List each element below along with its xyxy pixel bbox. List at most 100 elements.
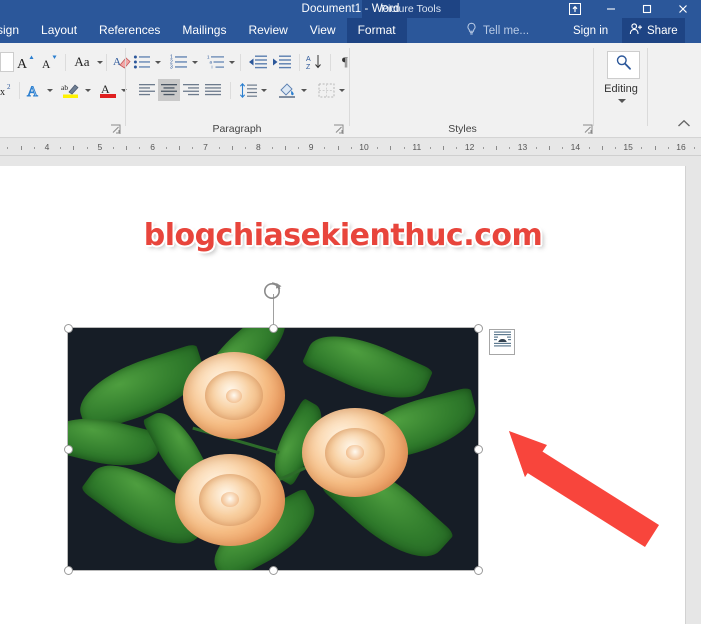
shrink-font-icon[interactable]: A bbox=[38, 51, 62, 73]
ribbon-tab-strip: sign Layout References Mailings Review V… bbox=[0, 18, 701, 43]
font-dialog-launcher[interactable] bbox=[110, 124, 121, 135]
tab-mailings[interactable]: Mailings bbox=[171, 18, 237, 43]
divider bbox=[240, 53, 241, 71]
justify-icon[interactable] bbox=[202, 79, 224, 101]
svg-text:x: x bbox=[0, 87, 5, 98]
align-right-icon[interactable] bbox=[180, 79, 202, 101]
layout-options-button[interactable] bbox=[489, 329, 515, 355]
ruler-minor-mark bbox=[403, 146, 405, 149]
lightbulb-icon bbox=[465, 22, 478, 39]
collapse-ribbon-button[interactable] bbox=[677, 115, 691, 133]
find-button[interactable] bbox=[607, 51, 640, 79]
align-center-icon[interactable] bbox=[158, 79, 180, 101]
shading-caret-icon[interactable] bbox=[301, 88, 307, 92]
divider bbox=[65, 53, 66, 71]
close-icon[interactable] bbox=[665, 0, 701, 18]
paragraph-dialog-launcher[interactable] bbox=[333, 124, 344, 135]
ruler-minor-mark bbox=[614, 146, 616, 149]
share-label: Share bbox=[647, 24, 678, 37]
horizontal-ruler[interactable]: 4 5 6 7 8 9 10 11 12 13 14 15 16 bbox=[0, 139, 701, 156]
ruler-minor-mark bbox=[654, 146, 656, 150]
ribbon-group-font: A A Aa A x 2 A ab A bbox=[0, 43, 131, 138]
ribbon-group-editing: Editing bbox=[597, 43, 645, 138]
divider bbox=[106, 53, 107, 71]
text-highlight-caret-icon[interactable] bbox=[85, 88, 91, 92]
ruler-minor-mark bbox=[509, 146, 511, 149]
ruler-tick-label: 4 bbox=[44, 142, 50, 152]
ruler-minor-mark bbox=[113, 146, 115, 149]
text-effects-icon[interactable]: A bbox=[23, 79, 45, 101]
editing-caret-icon[interactable] bbox=[618, 99, 626, 103]
superscript-icon[interactable]: x 2 bbox=[0, 79, 16, 101]
tab-design[interactable]: sign bbox=[0, 18, 30, 43]
handle-middle-left[interactable] bbox=[63, 444, 73, 454]
tell-me-search[interactable]: Tell me... bbox=[465, 18, 529, 43]
ruler-minor-mark bbox=[588, 146, 590, 149]
handle-top-center[interactable] bbox=[268, 323, 278, 333]
sort-icon[interactable]: A Z bbox=[305, 51, 325, 73]
ruler-minor-mark bbox=[390, 146, 392, 150]
font-size-box[interactable] bbox=[0, 52, 14, 72]
ruler-minor-mark bbox=[218, 146, 220, 149]
ruler-minor-mark bbox=[496, 146, 498, 150]
numbering-caret-icon[interactable] bbox=[192, 60, 198, 64]
ruler-minor-mark bbox=[126, 146, 128, 150]
ruler-minor-mark bbox=[33, 146, 35, 149]
text-highlight-color-icon[interactable]: ab bbox=[59, 79, 83, 101]
share-button[interactable]: Share bbox=[622, 18, 685, 43]
font-color-icon[interactable]: A bbox=[97, 79, 119, 101]
document-page[interactable]: blogchiasekienthuc.com bbox=[0, 166, 686, 624]
change-case-caret-icon[interactable] bbox=[97, 60, 103, 64]
ruler-minor-mark bbox=[443, 146, 445, 150]
ruler-minor-mark bbox=[535, 146, 537, 149]
grow-font-icon[interactable]: A bbox=[14, 51, 38, 73]
ruler-tick-label: 16 bbox=[676, 142, 686, 152]
bullets-icon[interactable] bbox=[131, 51, 153, 73]
tab-references[interactable]: References bbox=[88, 18, 171, 43]
multilevel-list-caret-icon[interactable] bbox=[229, 60, 235, 64]
handle-bottom-center[interactable] bbox=[268, 565, 278, 575]
handle-top-right[interactable] bbox=[473, 323, 483, 333]
ruler-minor-mark bbox=[482, 146, 484, 149]
styles-dialog-launcher[interactable] bbox=[582, 124, 593, 135]
ruler-minor-mark bbox=[7, 146, 9, 149]
ruler-minor-mark bbox=[192, 146, 194, 149]
tab-format[interactable]: Format bbox=[346, 18, 407, 43]
maximize-icon[interactable] bbox=[629, 0, 665, 18]
increase-indent-icon[interactable] bbox=[270, 51, 294, 73]
line-spacing-icon[interactable] bbox=[237, 79, 259, 101]
watermark-text: blogchiasekienthuc.com bbox=[143, 218, 543, 253]
change-case-icon[interactable]: Aa bbox=[69, 51, 95, 73]
handle-bottom-left[interactable] bbox=[63, 565, 73, 575]
svg-text:A: A bbox=[113, 56, 121, 68]
ruler-tick-label: 14 bbox=[570, 142, 581, 152]
bullets-caret-icon[interactable] bbox=[155, 60, 161, 64]
rose-photo[interactable] bbox=[67, 327, 479, 571]
ruler-minor-mark bbox=[73, 146, 75, 150]
align-left-icon[interactable] bbox=[136, 79, 158, 101]
handle-top-left[interactable] bbox=[63, 323, 73, 333]
svg-text:A: A bbox=[306, 56, 311, 63]
handle-bottom-right[interactable] bbox=[473, 565, 483, 575]
tab-layout[interactable]: Layout bbox=[30, 18, 88, 43]
line-spacing-caret-icon[interactable] bbox=[261, 88, 267, 92]
tab-review[interactable]: Review bbox=[237, 18, 298, 43]
handle-middle-right[interactable] bbox=[473, 444, 483, 454]
text-effects-caret-icon[interactable] bbox=[47, 88, 53, 92]
window-controls bbox=[557, 0, 701, 18]
divider bbox=[330, 53, 331, 71]
multilevel-list-icon[interactable]: 1 a i bbox=[205, 51, 227, 73]
borders-icon[interactable] bbox=[315, 79, 337, 101]
sign-in-button[interactable]: Sign in bbox=[573, 18, 608, 43]
minimize-icon[interactable] bbox=[593, 0, 629, 18]
editing-group-label: Editing bbox=[604, 83, 638, 95]
tab-view[interactable]: View bbox=[299, 18, 347, 43]
ruler-minor-mark bbox=[350, 146, 352, 149]
svg-text:A: A bbox=[101, 82, 110, 96]
borders-caret-icon[interactable] bbox=[339, 88, 345, 92]
decrease-indent-icon[interactable] bbox=[246, 51, 270, 73]
ribbon-display-options-icon[interactable] bbox=[557, 0, 593, 18]
shading-icon[interactable] bbox=[275, 79, 299, 101]
numbering-icon[interactable]: 1 2 3 bbox=[168, 51, 190, 73]
rotate-handle[interactable] bbox=[259, 280, 287, 302]
